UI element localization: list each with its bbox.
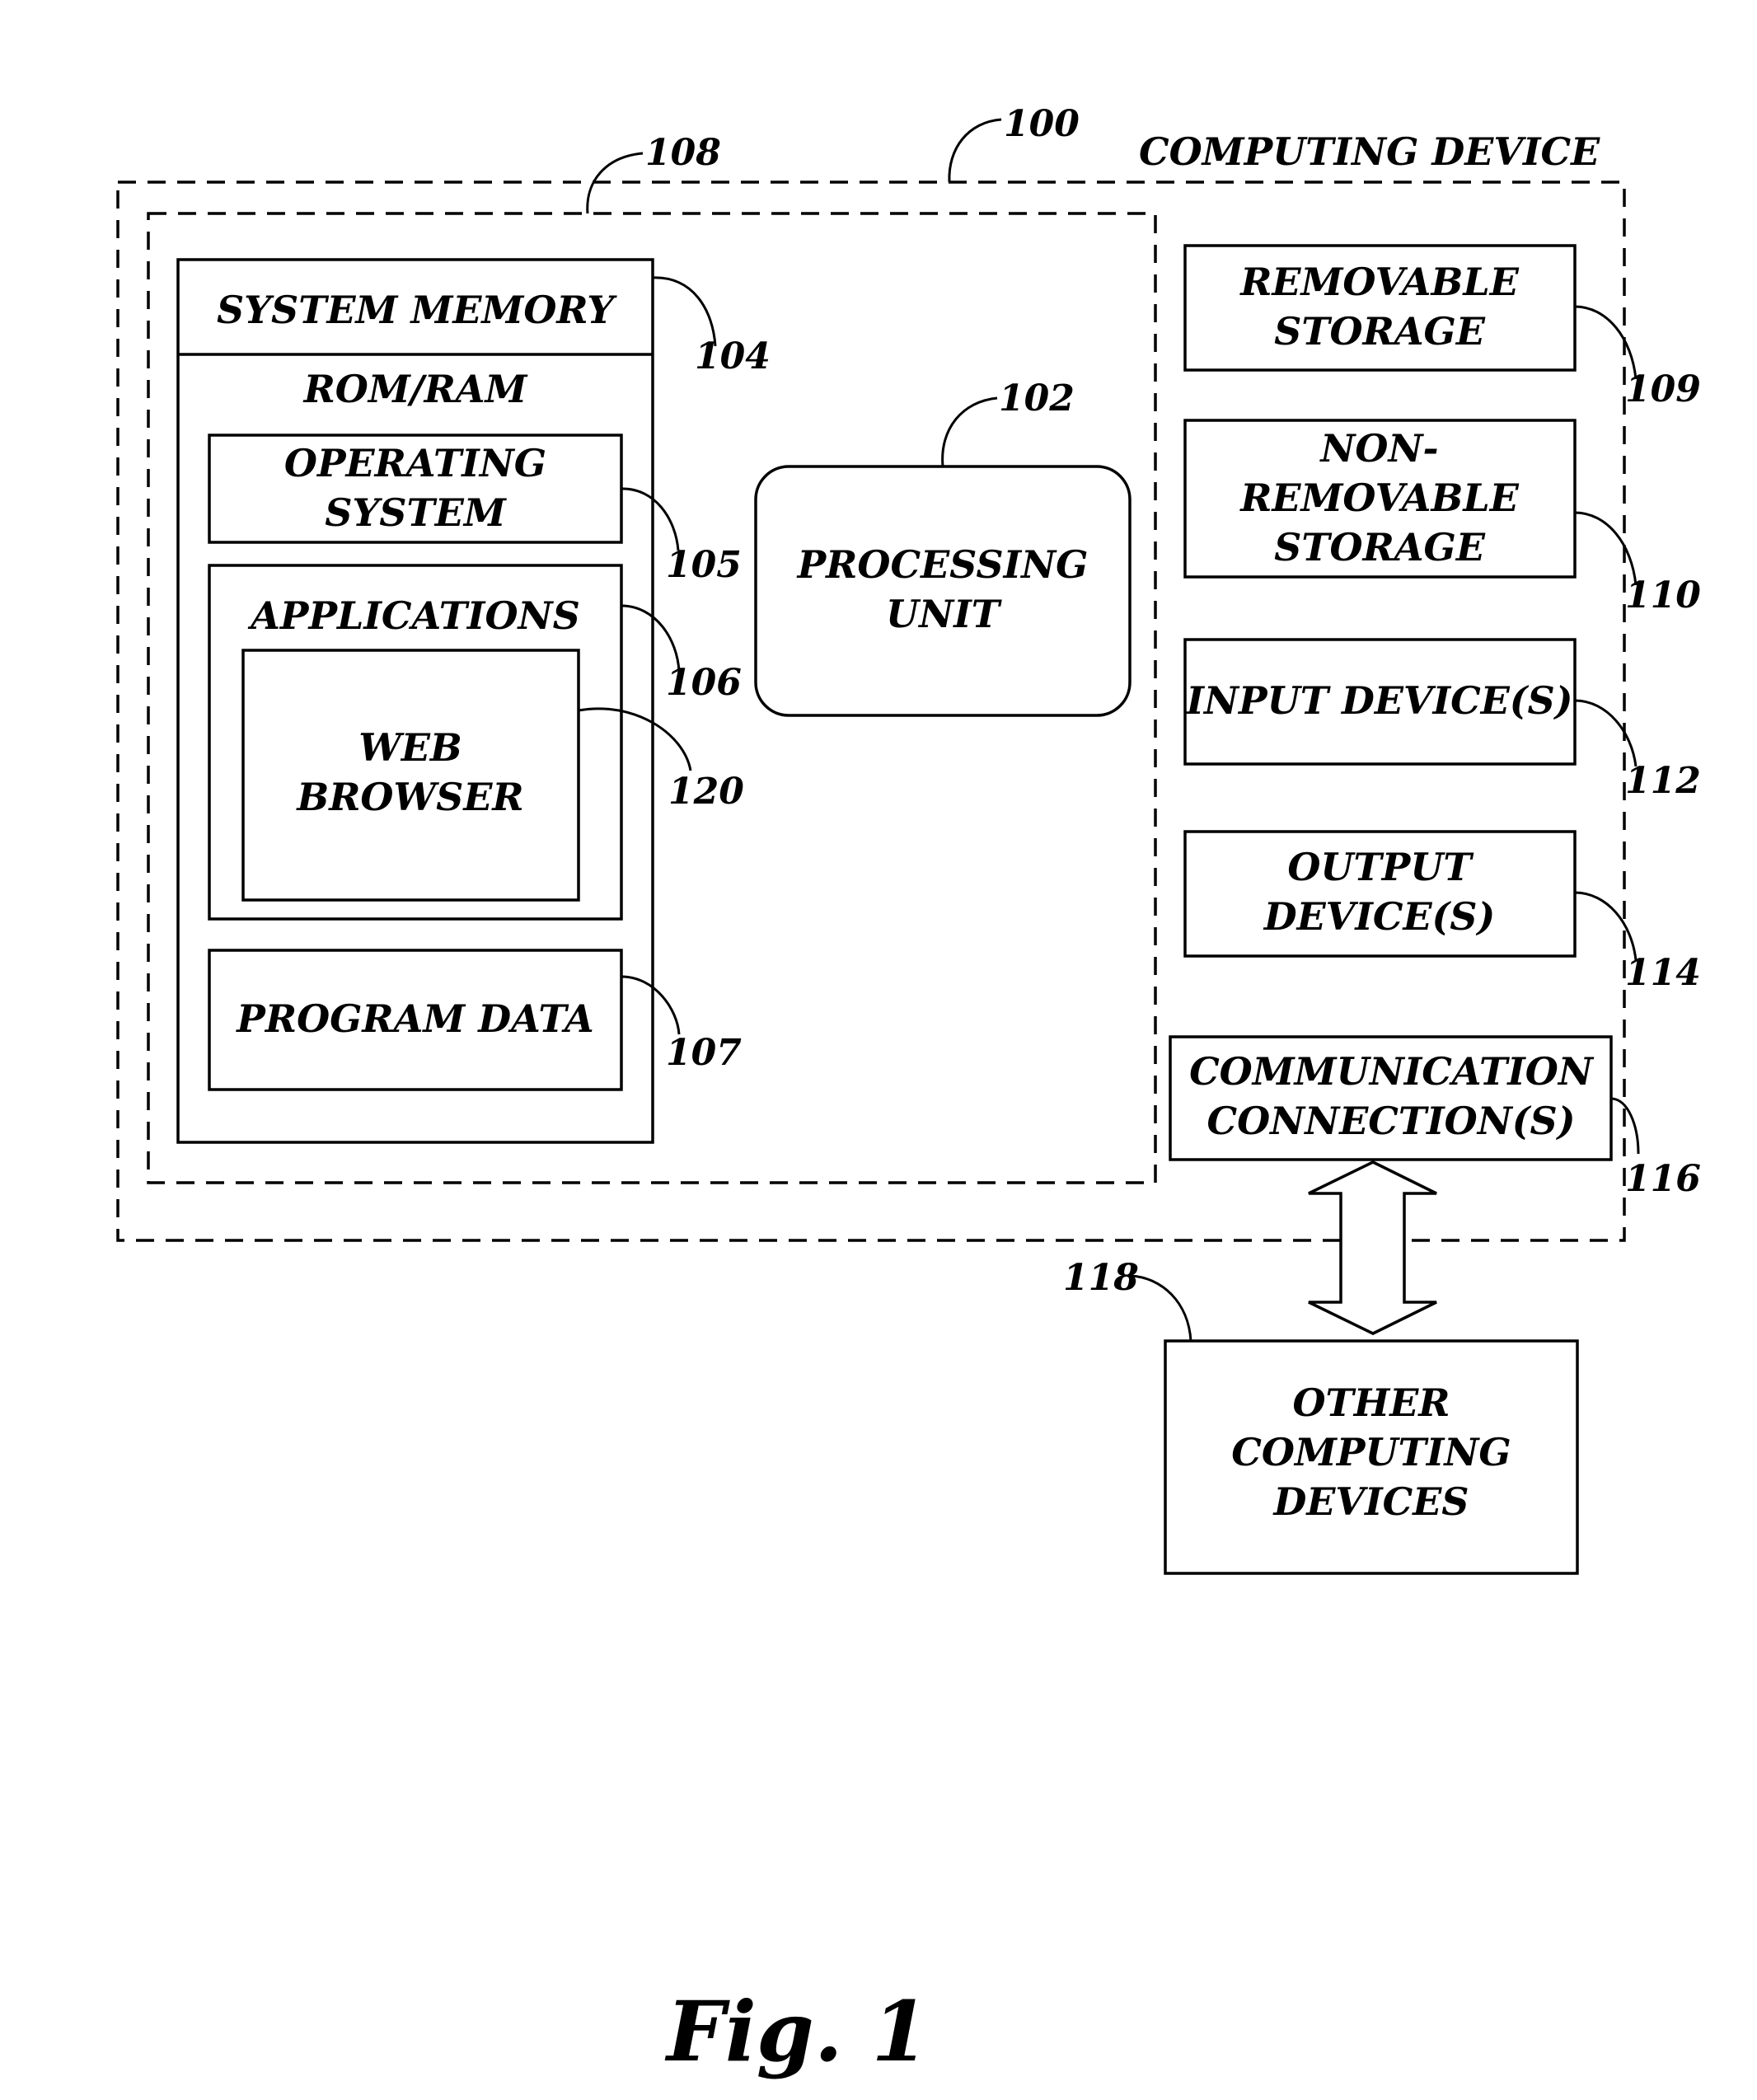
bidirectional-arrow	[1308, 1160, 1437, 1335]
processing-unit-label-line2: UNIT	[886, 592, 1003, 636]
ref-120: 120	[668, 771, 744, 813]
processing-unit-block: PROCESSING UNIT	[754, 465, 1132, 717]
ref-112: 112	[1625, 760, 1701, 802]
communication-connections-label-line2: CONNECTION(S)	[1206, 1099, 1575, 1143]
other-computing-devices-label-line3: DEVICES	[1272, 1479, 1469, 1524]
computing-device-title: COMPUTING DEVICE	[1139, 129, 1600, 174]
ref-102: 102	[999, 377, 1075, 420]
ref-108: 108	[645, 132, 721, 174]
output-devices-label-line2: DEVICE(S)	[1263, 894, 1496, 939]
ref-110: 110	[1625, 574, 1701, 616]
output-devices-label-line1: OUTPUT	[1287, 845, 1474, 889]
input-devices-block: INPUT DEVICE(S)	[1183, 638, 1577, 766]
ref-100: 100	[1004, 103, 1080, 145]
non-removable-storage-block: NON- REMOVABLE STORAGE	[1183, 419, 1577, 579]
leader-102	[941, 396, 998, 467]
ref-116: 116	[1625, 1158, 1701, 1200]
removable-storage-label-line1: REMOVABLE	[1239, 260, 1520, 304]
program-data-block: PROGRAM DATA	[208, 949, 623, 1091]
web-browser-label-line2: BROWSER	[295, 775, 523, 819]
input-devices-label: INPUT DEVICE(S)	[1184, 678, 1572, 723]
other-computing-devices-block: OTHER COMPUTING DEVICES	[1164, 1339, 1579, 1575]
other-computing-devices-label-line1: OTHER	[1292, 1380, 1450, 1425]
communication-connections-label-line1: COMMUNICATION	[1189, 1049, 1595, 1094]
os-label-line1: OPERATING	[284, 441, 546, 485]
os-label-line2: SYSTEM	[325, 490, 508, 535]
rom-ram-label: ROM/RAM	[302, 367, 529, 411]
ref-109: 109	[1625, 368, 1701, 410]
web-browser-block: WEB BROWSER	[241, 649, 580, 902]
computing-device-diagram: COMPUTING DEVICE 100 108 SYSTEM MEMORY R…	[116, 103, 1701, 2080]
leader-100	[948, 118, 1002, 183]
non-removable-storage-label-line2: REMOVABLE	[1239, 476, 1520, 520]
ref-118: 118	[1063, 1257, 1139, 1299]
removable-storage-block: REMOVABLE STORAGE	[1183, 244, 1577, 372]
other-computing-devices-label-line2: COMPUTING	[1231, 1430, 1511, 1474]
system-memory-label: SYSTEM MEMORY	[217, 288, 617, 332]
ref-105: 105	[666, 544, 742, 586]
non-removable-storage-label-line1: NON-	[1319, 426, 1438, 471]
ref-107: 107	[666, 1032, 742, 1074]
ref-106: 106	[666, 662, 742, 704]
non-removable-storage-label-line3: STORAGE	[1274, 525, 1486, 570]
leader-114	[1574, 891, 1638, 961]
web-browser-label-line1: WEB	[358, 725, 462, 770]
communication-connections-block: COMMUNICATION CONNECTION(S)	[1169, 1035, 1613, 1161]
leader-118	[1130, 1274, 1192, 1342]
ref-114: 114	[1625, 952, 1701, 994]
figure-caption: Fig. 1	[664, 1983, 929, 2080]
processing-unit-label-line1: PROCESSING	[796, 542, 1089, 587]
program-data-label: PROGRAM DATA	[235, 996, 594, 1041]
leader-112	[1574, 699, 1638, 767]
applications-label: APPLICATIONS	[247, 593, 580, 638]
operating-system-block: OPERATING SYSTEM	[208, 434, 623, 544]
removable-storage-label-line2: STORAGE	[1274, 309, 1486, 354]
output-devices-block: OUTPUT DEVICE(S)	[1183, 830, 1577, 958]
ref-104: 104	[695, 335, 771, 377]
